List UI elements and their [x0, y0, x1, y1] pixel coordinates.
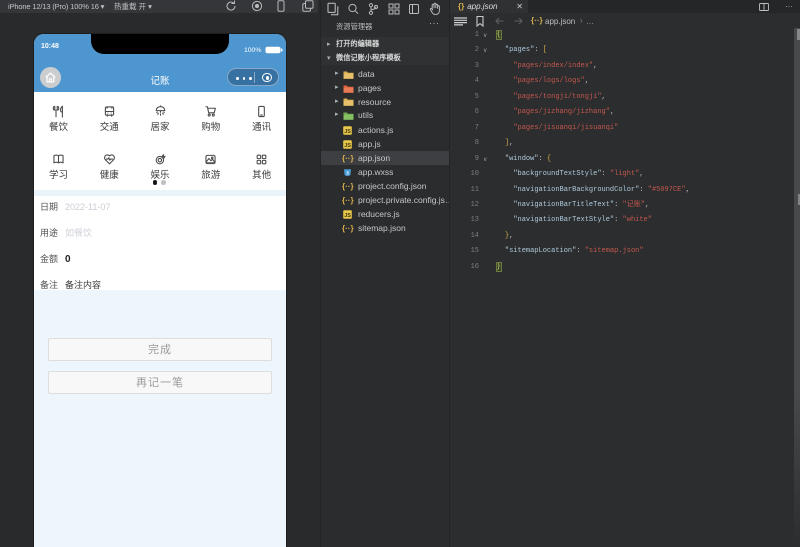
svg-text:JS: JS [344, 143, 351, 149]
svg-text:3: 3 [346, 171, 349, 176]
svg-text:JS: JS [344, 213, 351, 219]
svg-text:JS: JS [344, 129, 351, 135]
